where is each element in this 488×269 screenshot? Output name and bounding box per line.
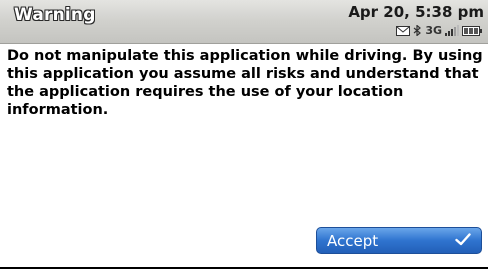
status-indicators: 3G: [396, 24, 482, 37]
date-time: Apr 20, 5:38 pm: [348, 3, 484, 21]
title-bar: Warning Apr 20, 5:38 pm 3G: [0, 0, 488, 44]
checkmark-icon: [455, 231, 471, 250]
accept-button[interactable]: Accept: [316, 227, 482, 254]
bluetooth-icon: [413, 25, 422, 36]
accept-button-label: Accept: [327, 231, 379, 250]
warning-message: Do not manipulate this application while…: [7, 48, 483, 118]
signal-bars-icon: [445, 25, 459, 36]
network-3g-icon: 3G: [425, 25, 442, 36]
screen-title: Warning: [14, 5, 96, 25]
message-icon: [396, 25, 411, 36]
warning-screen: Warning Apr 20, 5:38 pm 3G Do not manipu…: [0, 0, 488, 269]
network-label: 3G: [425, 24, 442, 37]
battery-icon: [462, 25, 482, 36]
